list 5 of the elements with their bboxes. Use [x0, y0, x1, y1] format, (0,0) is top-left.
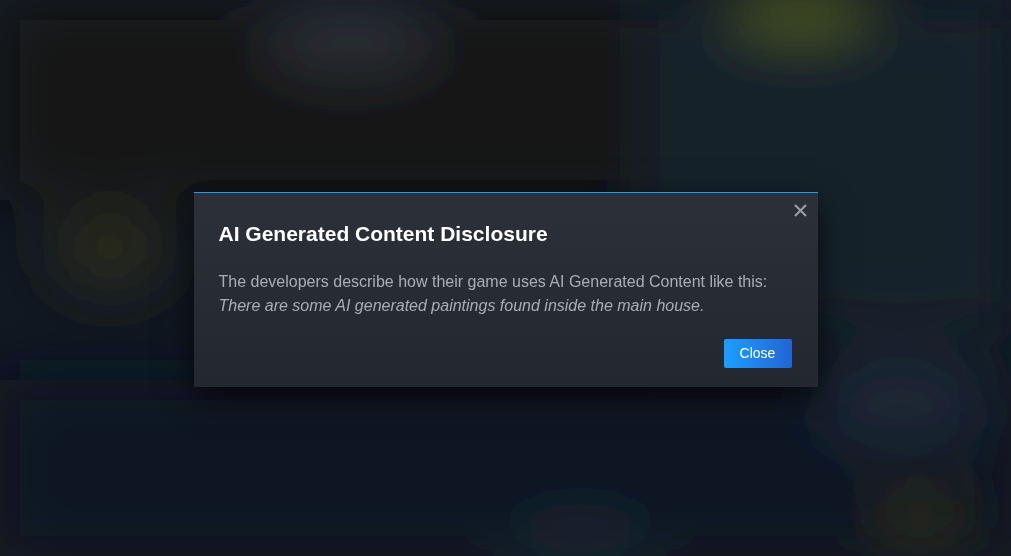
description-text: The developers describe how their game uses AI Generated Content like this:	[218, 272, 768, 291]
dialog-title: AI Generated Content Disclosure	[218, 221, 548, 247]
close-icon[interactable]	[793, 204, 807, 217]
close-button[interactable]: Close	[723, 339, 792, 368]
quote-text: There are some AI generated paintings found inside the main house.	[218, 296, 705, 315]
